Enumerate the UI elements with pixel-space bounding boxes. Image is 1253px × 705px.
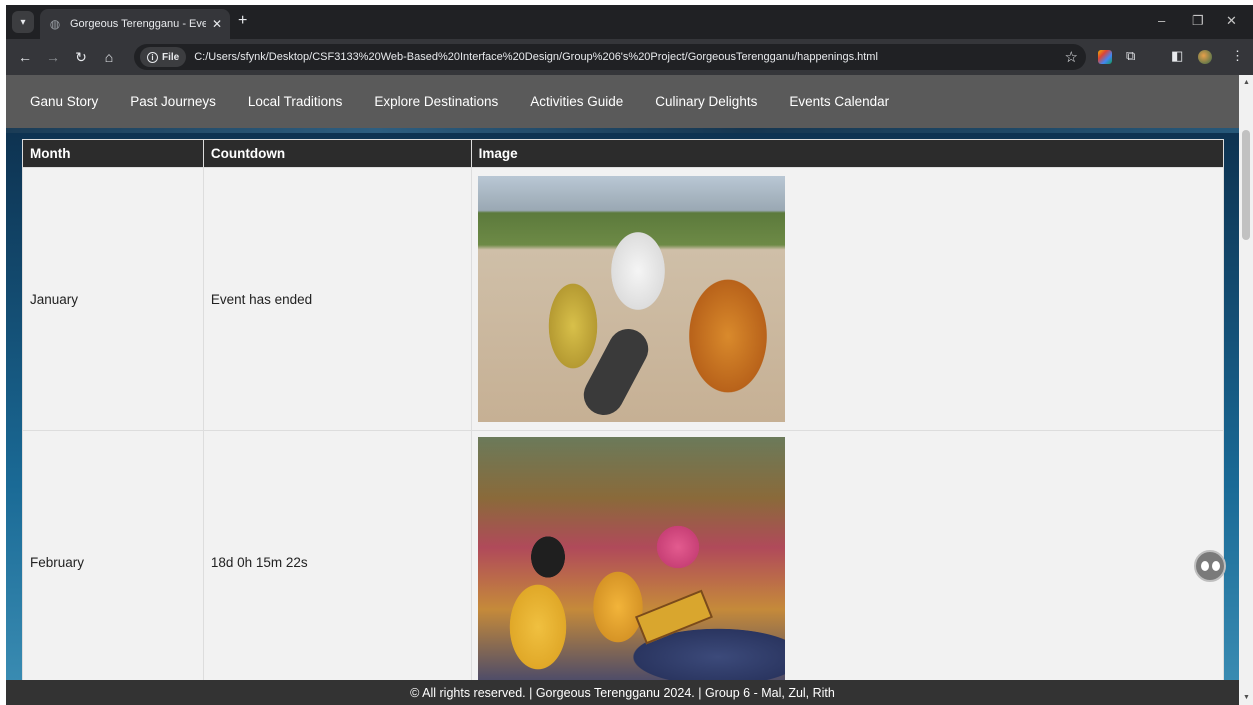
scroll-down-arrow-icon[interactable]: ▼ [1243, 694, 1250, 701]
tab-title: Gorgeous Terengganu - Events [70, 18, 206, 30]
nav-events-calendar[interactable]: Events Calendar [773, 94, 905, 109]
nav-past-journeys[interactable]: Past Journeys [114, 94, 232, 109]
new-tab-button[interactable]: + [238, 13, 247, 29]
page-footer: © All rights reserved. | Gorgeous Tereng… [6, 680, 1239, 705]
tab-bar: ▾ ◍ Gorgeous Terengganu - Events ✕ + – ❐… [6, 5, 1253, 39]
nav-activities-guide[interactable]: Activities Guide [514, 94, 639, 109]
bookmark-star-icon[interactable]: ☆ [1065, 48, 1078, 66]
gamelan-instrument [634, 589, 713, 645]
congkak-board [576, 321, 655, 422]
extensions-puzzle-icon[interactable]: ⧉ [1126, 48, 1135, 64]
image-cell [470, 430, 1225, 694]
vertical-scrollbar[interactable]: ▲ ▼ [1239, 75, 1253, 705]
page-viewport: Ganu Story Past Journeys Local Tradition… [6, 75, 1253, 705]
scroll-up-arrow-icon[interactable]: ▲ [1243, 79, 1250, 86]
extension-colorful-icon[interactable] [1098, 50, 1112, 64]
tab-close-icon[interactable]: ✕ [212, 17, 222, 31]
address-bar[interactable]: i File C:/Users/sfynk/Desktop/CSF3133%20W… [134, 44, 1086, 70]
restore-button[interactable]: ❐ [1192, 13, 1204, 29]
globe-icon: ◍ [49, 17, 61, 31]
event-photo-gamelan [477, 437, 785, 683]
event-photo-congkak [477, 176, 785, 422]
assistant-face-icon [1200, 561, 1220, 571]
forward-arrow-icon[interactable]: → [44, 48, 62, 66]
countdown-cell: Event has ended [202, 167, 472, 431]
site-info-chip[interactable]: i File [140, 47, 187, 67]
scrollbar-thumb[interactable] [1242, 130, 1250, 240]
profile-avatar[interactable] [1198, 50, 1212, 64]
info-icon: i [147, 51, 158, 63]
header-month: Month [22, 139, 204, 168]
footer-text: © All rights reserved. | Gorgeous Tereng… [410, 685, 835, 700]
nav-culinary-delights[interactable]: Culinary Delights [639, 94, 773, 109]
browser-window: ▾ ◍ Gorgeous Terengganu - Events ✕ + – ❐… [6, 5, 1253, 705]
minimize-button[interactable]: – [1158, 13, 1165, 28]
browser-tab[interactable]: ◍ Gorgeous Terengganu - Events ✕ [40, 9, 230, 39]
nav-explore-destinations[interactable]: Explore Destinations [358, 94, 514, 109]
browser-toolbar: ← → ↻ ⌂ i File C:/Users/sfynk/Desktop/CSF… [6, 39, 1253, 75]
image-cell [470, 167, 1225, 431]
countdown-cell: 18d 0h 15m 22s [202, 430, 472, 694]
month-cell: February [22, 430, 204, 694]
chevron-down-icon: ▾ [20, 16, 26, 28]
table-row: January Event has ended [22, 167, 1225, 431]
table-row: February 18d 0h 15m 22s [22, 430, 1225, 694]
back-arrow-icon[interactable]: ← [16, 48, 34, 66]
nav-ganu-story[interactable]: Ganu Story [14, 94, 114, 109]
header-image: Image [470, 139, 1225, 168]
nav-local-traditions[interactable]: Local Traditions [232, 94, 359, 109]
events-table: Month Countdown Image January Event has … [22, 139, 1225, 694]
side-panel-icon[interactable]: ◧ [1171, 48, 1183, 64]
reload-icon[interactable]: ↻ [72, 48, 90, 66]
more-menu-icon[interactable]: ⋮ [1231, 48, 1244, 64]
table-header-row: Month Countdown Image [22, 139, 1225, 168]
floating-assistant-button[interactable] [1194, 550, 1226, 582]
header-countdown: Countdown [202, 139, 472, 168]
month-cell: January [22, 167, 204, 431]
tab-search-button[interactable]: ▾ [12, 11, 34, 33]
site-navigation: Ganu Story Past Journeys Local Tradition… [6, 75, 1239, 128]
url-text[interactable]: C:/Users/sfynk/Desktop/CSF3133%20Web-Bas… [194, 51, 878, 63]
home-icon[interactable]: ⌂ [100, 48, 118, 66]
close-window-button[interactable]: ✕ [1226, 13, 1237, 29]
